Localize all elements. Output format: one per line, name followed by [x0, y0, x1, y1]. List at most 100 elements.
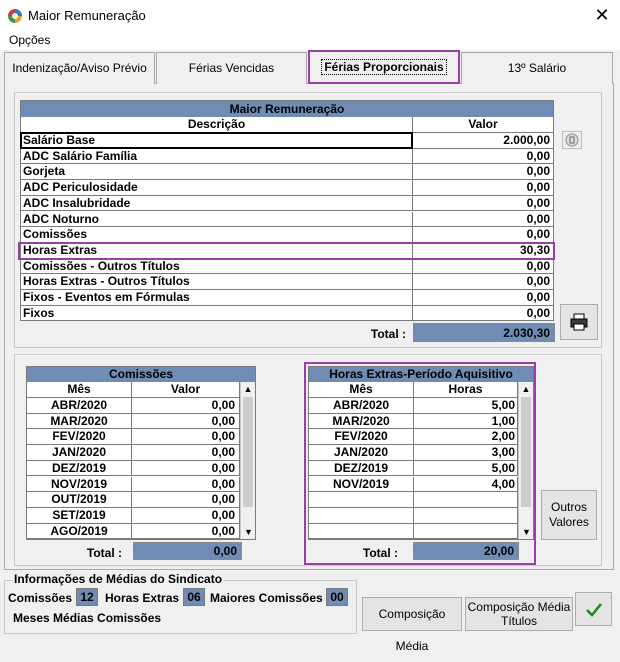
comissoes-row-mes[interactable]: MAR/2020: [27, 413, 132, 430]
tab-ferias-proporcionais[interactable]: Férias Proporcionais: [308, 50, 460, 84]
scroll-thumb[interactable]: [521, 397, 531, 507]
horas-row-mes[interactable]: [309, 523, 414, 540]
menu-opcoes[interactable]: Opções: [9, 33, 50, 47]
comissoes-row-valor[interactable]: 0,00: [132, 476, 240, 493]
app-icon: [8, 9, 22, 23]
maior-row-descricao[interactable]: Fixos: [21, 305, 413, 322]
tab-ferias-proporcionais-label: Férias Proporcionais: [321, 59, 447, 75]
horas-row-horas[interactable]: [414, 523, 518, 540]
horas-row-mes[interactable]: [309, 492, 414, 508]
printer-icon: [570, 313, 588, 331]
horas-row-mes[interactable]: MAR/2020: [309, 413, 414, 430]
check-icon: [585, 603, 602, 617]
maior-total-label: Total :: [370, 327, 406, 341]
ok-button[interactable]: [575, 592, 612, 626]
sindicato-horas-label: Horas Extras: [105, 591, 180, 605]
print-button[interactable]: [560, 304, 598, 340]
scroll-up-icon[interactable]: ▲: [241, 382, 255, 396]
horas-row-mes[interactable]: NOV/2019: [309, 476, 414, 493]
maior-row-descricao[interactable]: Comissões: [21, 227, 413, 243]
maior-row-descricao[interactable]: ADC Periculosidade: [21, 180, 413, 196]
maior-row-valor[interactable]: 2.000,00: [413, 133, 553, 149]
comissoes-row-mes[interactable]: ABR/2020: [27, 398, 132, 414]
horas-row-horas[interactable]: 1,00: [414, 413, 518, 430]
comissoes-row-mes[interactable]: NOV/2019: [27, 476, 132, 493]
col-valor: Valor: [413, 117, 553, 133]
sindicato-maiores-value: 00: [326, 588, 348, 606]
horas-row-mes[interactable]: JAN/2020: [309, 445, 414, 461]
outros-valores-button[interactable]: Outros Valores: [541, 490, 597, 540]
maior-row-descricao[interactable]: ADC Insalubridade: [21, 195, 413, 212]
comissoes-row-valor[interactable]: 0,00: [132, 507, 240, 524]
scroll-down-icon[interactable]: ▼: [241, 525, 256, 539]
comissoes-row-mes[interactable]: OUT/2019: [27, 492, 132, 508]
maior-row-valor[interactable]: 0,00: [413, 227, 553, 243]
sindicato-comissoes-label: Comissões: [8, 591, 73, 605]
maior-row-valor[interactable]: 0,00: [413, 259, 553, 275]
maior-row-descricao[interactable]: ADC Salário Família: [21, 148, 413, 165]
comissoes-row-valor[interactable]: 0,00: [132, 523, 240, 540]
calculator-icon[interactable]: [562, 131, 582, 149]
maior-row-valor[interactable]: 0,00: [413, 212, 553, 228]
comissoes-row-mes[interactable]: JAN/2020: [27, 445, 132, 461]
comissoes-total-value: 0,00: [133, 542, 242, 560]
comissoes-row-valor[interactable]: 0,00: [132, 413, 240, 430]
tab-ferias-vencidas[interactable]: Férias Vencidas: [156, 52, 307, 84]
horas-row-horas[interactable]: 2,00: [414, 429, 518, 446]
horas-row-horas[interactable]: 5,00: [414, 398, 518, 414]
composicao-media-titulos-button[interactable]: Composição Média Títulos: [465, 597, 573, 631]
horas-row-mes[interactable]: DEZ/2019: [309, 460, 414, 477]
comissoes-row-mes[interactable]: AGO/2019: [27, 523, 132, 540]
scroll-up-icon[interactable]: ▲: [519, 382, 533, 396]
tab-indenizacao[interactable]: Indenização/Aviso Prévio: [4, 52, 155, 84]
comissoes-row-valor[interactable]: 0,00: [132, 492, 240, 508]
maior-row-valor[interactable]: 0,00: [413, 290, 553, 306]
comissoes-row-mes[interactable]: FEV/2020: [27, 429, 132, 446]
comissoes-total-label: Total :: [86, 546, 122, 560]
horas-row-horas[interactable]: 5,00: [414, 460, 518, 477]
comissoes-row-mes[interactable]: SET/2019: [27, 507, 132, 524]
comissoes-col-mes: Mês: [27, 382, 132, 398]
maior-row-valor[interactable]: 0,00: [413, 164, 553, 181]
maior-total-value: 2.030,30: [413, 323, 555, 342]
horas-row-horas[interactable]: [414, 492, 518, 508]
maior-row-descricao[interactable]: Gorjeta: [21, 164, 413, 181]
sindicato-group: [4, 580, 357, 634]
menu-bar: Opções: [0, 30, 620, 50]
horas-row-mes[interactable]: [309, 507, 414, 524]
comissoes-row-valor[interactable]: 0,00: [132, 460, 240, 477]
maior-row-valor[interactable]: 0,00: [413, 196, 553, 212]
horas-col-horas: Horas: [414, 382, 518, 398]
window-title: Maior Remuneração: [28, 8, 146, 23]
horas-row-horas[interactable]: 4,00: [414, 476, 518, 493]
comissoes-row-valor[interactable]: 0,00: [132, 445, 240, 461]
sindicato-comissoes-value: 12: [76, 588, 98, 606]
maior-row-descricao[interactable]: Horas Extras - Outros Títulos: [21, 274, 413, 290]
horas-extras-grid: Horas Extras-Período Aquisitivo Mês Hora…: [308, 366, 534, 540]
maior-row-valor[interactable]: 0,00: [413, 306, 553, 322]
horas-row-mes[interactable]: ABR/2020: [309, 398, 414, 414]
maior-remuneracao-title: Maior Remuneração: [21, 101, 553, 117]
maior-row-valor[interactable]: 0,00: [413, 149, 553, 165]
comissoes-row-mes[interactable]: DEZ/2019: [27, 460, 132, 477]
horas-title: Horas Extras-Período Aquisitivo: [309, 367, 533, 382]
maior-row-valor[interactable]: 0,00: [413, 274, 553, 290]
comissoes-row-valor[interactable]: 0,00: [132, 429, 240, 446]
tab-13-salario[interactable]: 13º Salário: [461, 52, 613, 84]
maior-row-descricao[interactable]: Comissões - Outros Títulos: [21, 258, 413, 275]
horas-row-horas[interactable]: [414, 507, 518, 524]
horas-row-mes[interactable]: FEV/2020: [309, 429, 414, 446]
maior-row-valor[interactable]: 0,00: [413, 180, 553, 196]
scroll-down-icon[interactable]: ▼: [519, 525, 534, 539]
maior-row-descricao[interactable]: Fixos - Eventos em Fórmulas: [21, 290, 413, 306]
close-button[interactable]: ✕: [590, 3, 614, 27]
horas-total-label: Total :: [362, 546, 398, 560]
maior-row-descricao[interactable]: ADC Noturno: [21, 211, 413, 228]
horas-scrollbar[interactable]: ▲ ▼: [518, 382, 533, 539]
scroll-thumb[interactable]: [243, 397, 253, 507]
comissoes-scrollbar[interactable]: ▲ ▼: [240, 382, 255, 539]
horas-col-mes: Mês: [309, 382, 414, 398]
composicao-media-button[interactable]: Composição Média: [362, 597, 462, 653]
horas-row-horas[interactable]: 3,00: [414, 445, 518, 461]
comissoes-row-valor[interactable]: 0,00: [132, 398, 240, 414]
